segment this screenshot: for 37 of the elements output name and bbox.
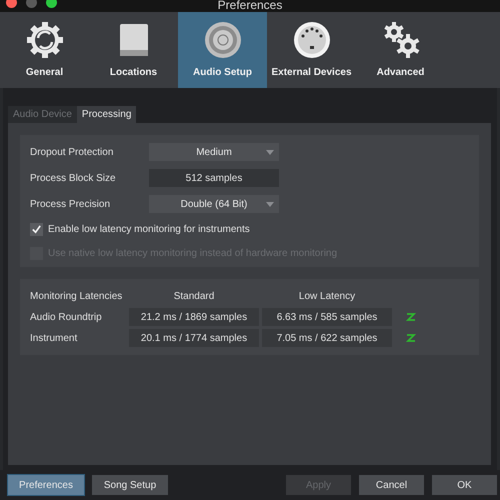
table-cell: 21.2 ms / 1869 samples: [129, 308, 259, 326]
footer-button[interactable]: Song Setup: [92, 475, 168, 495]
table-cell: 6.63 ms / 585 samples: [262, 308, 392, 326]
table-cell: 7.05 ms / 622 samples: [262, 329, 392, 347]
speaker-icon: [202, 20, 242, 60]
zoom-button[interactable]: [46, 0, 57, 8]
tab[interactable]: Processing: [76, 106, 136, 123]
column-header: Low Latency: [298, 290, 356, 302]
setting-label: Process Precision: [30, 198, 112, 210]
caret-icon: [266, 202, 274, 207]
caret-icon: [266, 150, 274, 155]
midi-port-icon: [292, 20, 332, 60]
toolbar-tab[interactable]: Advanced: [356, 12, 445, 88]
checkbox-label: Enable low latency monitoring for instruments: [48, 224, 250, 234]
dropdown[interactable]: Double (64 Bit): [149, 195, 279, 213]
close-button[interactable]: [6, 0, 17, 8]
column-header: Standard: [172, 290, 216, 302]
setting-label: Dropout Protection: [30, 146, 114, 158]
zigzag-icon: [406, 313, 416, 321]
zigzag-icon: [406, 334, 416, 342]
setting-label: Process Block Size: [30, 172, 117, 184]
toolbar-tab[interactable]: External Devices: [267, 12, 356, 88]
toolbar-tab[interactable]: Locations: [89, 12, 178, 88]
window-title: Preferences: [218, 0, 282, 10]
gear-icon: [24, 20, 64, 60]
minimize-button[interactable]: [26, 0, 37, 8]
row-label: Audio Roundtrip: [30, 312, 103, 322]
column-header: Monitoring Latencies: [30, 290, 124, 302]
value-field: 512 samples: [149, 169, 279, 187]
dropdown[interactable]: Medium: [149, 143, 279, 161]
toolbar-tab[interactable]: General: [0, 12, 89, 88]
footer-button[interactable]: OK: [432, 475, 497, 495]
toolbar-tab[interactable]: Audio Setup: [178, 12, 267, 88]
checkbox[interactable]: [30, 222, 43, 236]
row-label: Instrument: [30, 332, 78, 344]
footer-button[interactable]: Cancel: [359, 475, 424, 495]
table-cell: 20.1 ms / 1774 samples: [129, 329, 259, 347]
